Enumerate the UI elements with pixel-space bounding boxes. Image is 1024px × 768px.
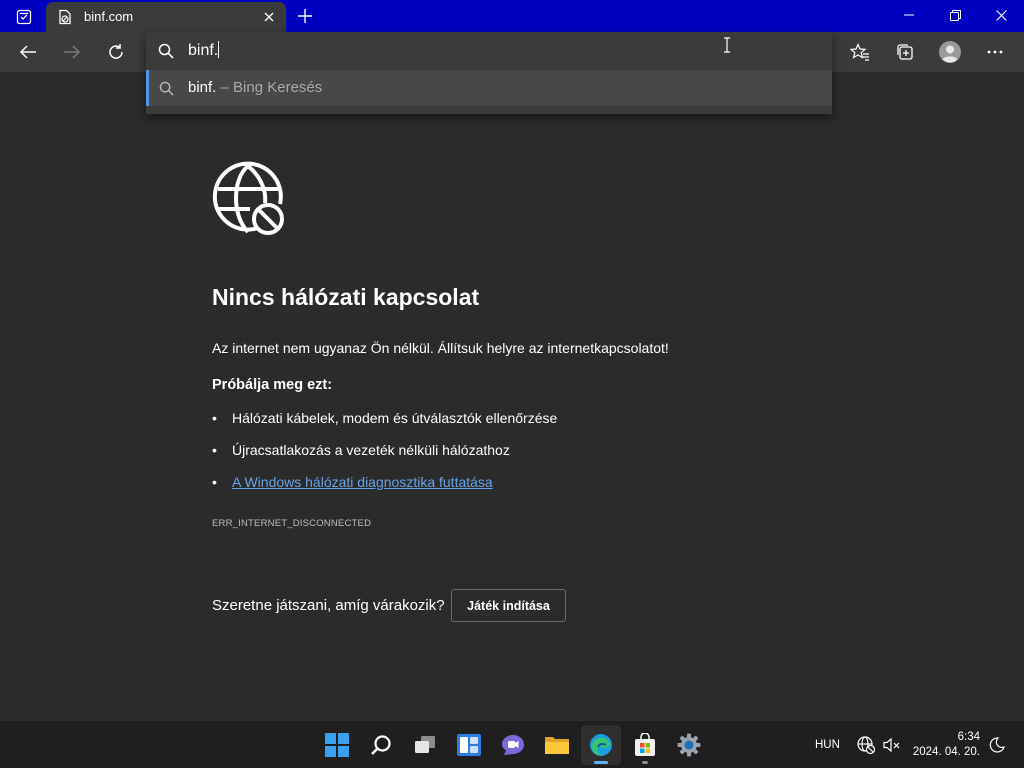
try-this-heading: Próbálja meg ezt: xyxy=(212,377,333,393)
list-item: A Windows hálózati diagnosztika futtatás… xyxy=(212,474,557,506)
network-disconnected-icon[interactable] xyxy=(857,736,875,754)
address-input[interactable]: binf. xyxy=(188,41,220,60)
active-tab[interactable]: binf.com xyxy=(46,2,286,32)
address-input-value: binf. xyxy=(188,42,219,59)
collections-icon[interactable] xyxy=(889,38,921,66)
settings-icon[interactable] xyxy=(669,725,709,765)
suggestion-engine: – Bing Keresés xyxy=(216,79,323,96)
error-code: ERR_INTERNET_DISCONNECTED xyxy=(212,518,372,529)
suggestion-query: binf. xyxy=(188,79,217,96)
search-icon xyxy=(158,43,174,64)
tab-actions-menu-icon[interactable] xyxy=(10,7,38,27)
start-game-button[interactable]: Játék indítása xyxy=(451,589,566,622)
task-view-icon[interactable] xyxy=(405,725,445,765)
volume-muted-icon[interactable] xyxy=(883,736,901,754)
game-prompt: Szeretne játszani, amíg várakozik? xyxy=(212,597,445,614)
chat-icon[interactable] xyxy=(493,725,533,765)
clock[interactable]: 6:34 2024. 04. 20. xyxy=(908,730,980,760)
close-tab-icon[interactable] xyxy=(260,8,278,26)
tab-title: binf.com xyxy=(84,9,134,24)
clock-date: 2024. 04. 20. xyxy=(912,746,980,758)
close-window-icon[interactable] xyxy=(978,0,1024,30)
input-language[interactable]: HUN xyxy=(815,739,840,751)
taskbar: HUN 6:34 2024. 04. 20. xyxy=(0,720,1024,768)
list-item: Újracsatlakozás a vezeték nélküli hálóza… xyxy=(212,442,557,474)
refresh-icon[interactable] xyxy=(100,38,132,66)
clock-time: 6:34 xyxy=(957,731,980,743)
store-icon[interactable] xyxy=(625,725,665,765)
minimize-icon[interactable] xyxy=(886,0,932,30)
new-tab-icon[interactable] xyxy=(294,5,316,27)
list-item: Hálózati kábelek, modem és útválasztók e… xyxy=(212,410,557,442)
back-icon[interactable] xyxy=(12,38,44,66)
diagnostics-link[interactable]: A Windows hálózati diagnosztika futtatás… xyxy=(232,474,493,490)
file-explorer-icon[interactable] xyxy=(537,725,577,765)
forward-icon[interactable] xyxy=(56,38,88,66)
offline-page-icon xyxy=(57,9,73,25)
search-icon[interactable] xyxy=(361,725,401,765)
favorites-icon[interactable] xyxy=(844,38,876,66)
profile-avatar[interactable] xyxy=(934,38,966,66)
page-content: Nincs hálózati kapcsolat Az internet nem… xyxy=(0,72,1024,720)
start-icon[interactable] xyxy=(317,725,357,765)
title-bar: binf.com xyxy=(0,0,1024,32)
widgets-icon[interactable] xyxy=(449,725,489,765)
suggestion-search-icon xyxy=(159,81,174,101)
no-network-globe-icon xyxy=(210,161,286,237)
edge-icon[interactable] xyxy=(581,725,621,765)
more-options-icon[interactable] xyxy=(979,38,1011,66)
page-title: Nincs hálózati kapcsolat xyxy=(212,284,480,310)
text-cursor-icon xyxy=(722,37,732,53)
error-description: Az internet nem ugyanaz Ön nélkül. Állít… xyxy=(212,340,669,356)
restore-icon[interactable] xyxy=(932,0,978,30)
search-suggestion[interactable]: binf. – Bing Keresés xyxy=(146,70,832,106)
focus-assist-moon-icon[interactable] xyxy=(988,736,1006,754)
suggestion-list: Hálózati kábelek, modem és útválasztók e… xyxy=(212,410,557,506)
